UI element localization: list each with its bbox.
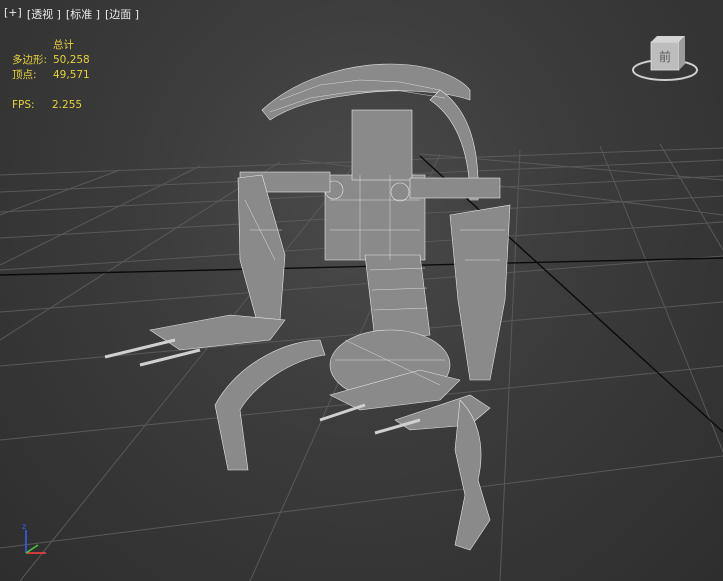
viewport-label-menu: [+] [透视 ] [标准 ] [边面 ]	[4, 6, 139, 22]
viewport-mode-menu[interactable]: [边面 ]	[105, 6, 139, 22]
scene-canvas[interactable]: 前 z	[0, 0, 723, 581]
viewport-shading-menu[interactable]: [标准 ]	[66, 6, 100, 22]
viewport-view-menu[interactable]: [透视 ]	[27, 6, 61, 22]
stats-header: 总计	[53, 39, 74, 51]
viewport-plus-menu[interactable]: [+]	[4, 6, 22, 22]
statistics-overlay: 总计 多边形: 50,258 顶点: 49,571 FPS: 2.255	[12, 38, 90, 113]
viewcube-face-label: 前	[659, 49, 671, 64]
fps-label: FPS:	[12, 99, 35, 111]
viewcube-icon[interactable]: 前	[632, 36, 698, 81]
vertices-label: 顶点:	[12, 69, 37, 81]
svg-text:z: z	[22, 522, 26, 531]
polygons-value: 50,258	[53, 54, 90, 66]
vertices-value: 49,571	[53, 69, 90, 81]
fps-value: 2.255	[52, 99, 83, 111]
axis-gizmo-icon: z	[22, 522, 46, 554]
polygons-label: 多边形:	[12, 54, 48, 66]
droid-model[interactable]	[149, 63, 511, 551]
viewport-perspective[interactable]: 前 z [+] [透视 ] [标准 ] [边面 ] 总计 多边形: 50,258…	[0, 0, 723, 581]
